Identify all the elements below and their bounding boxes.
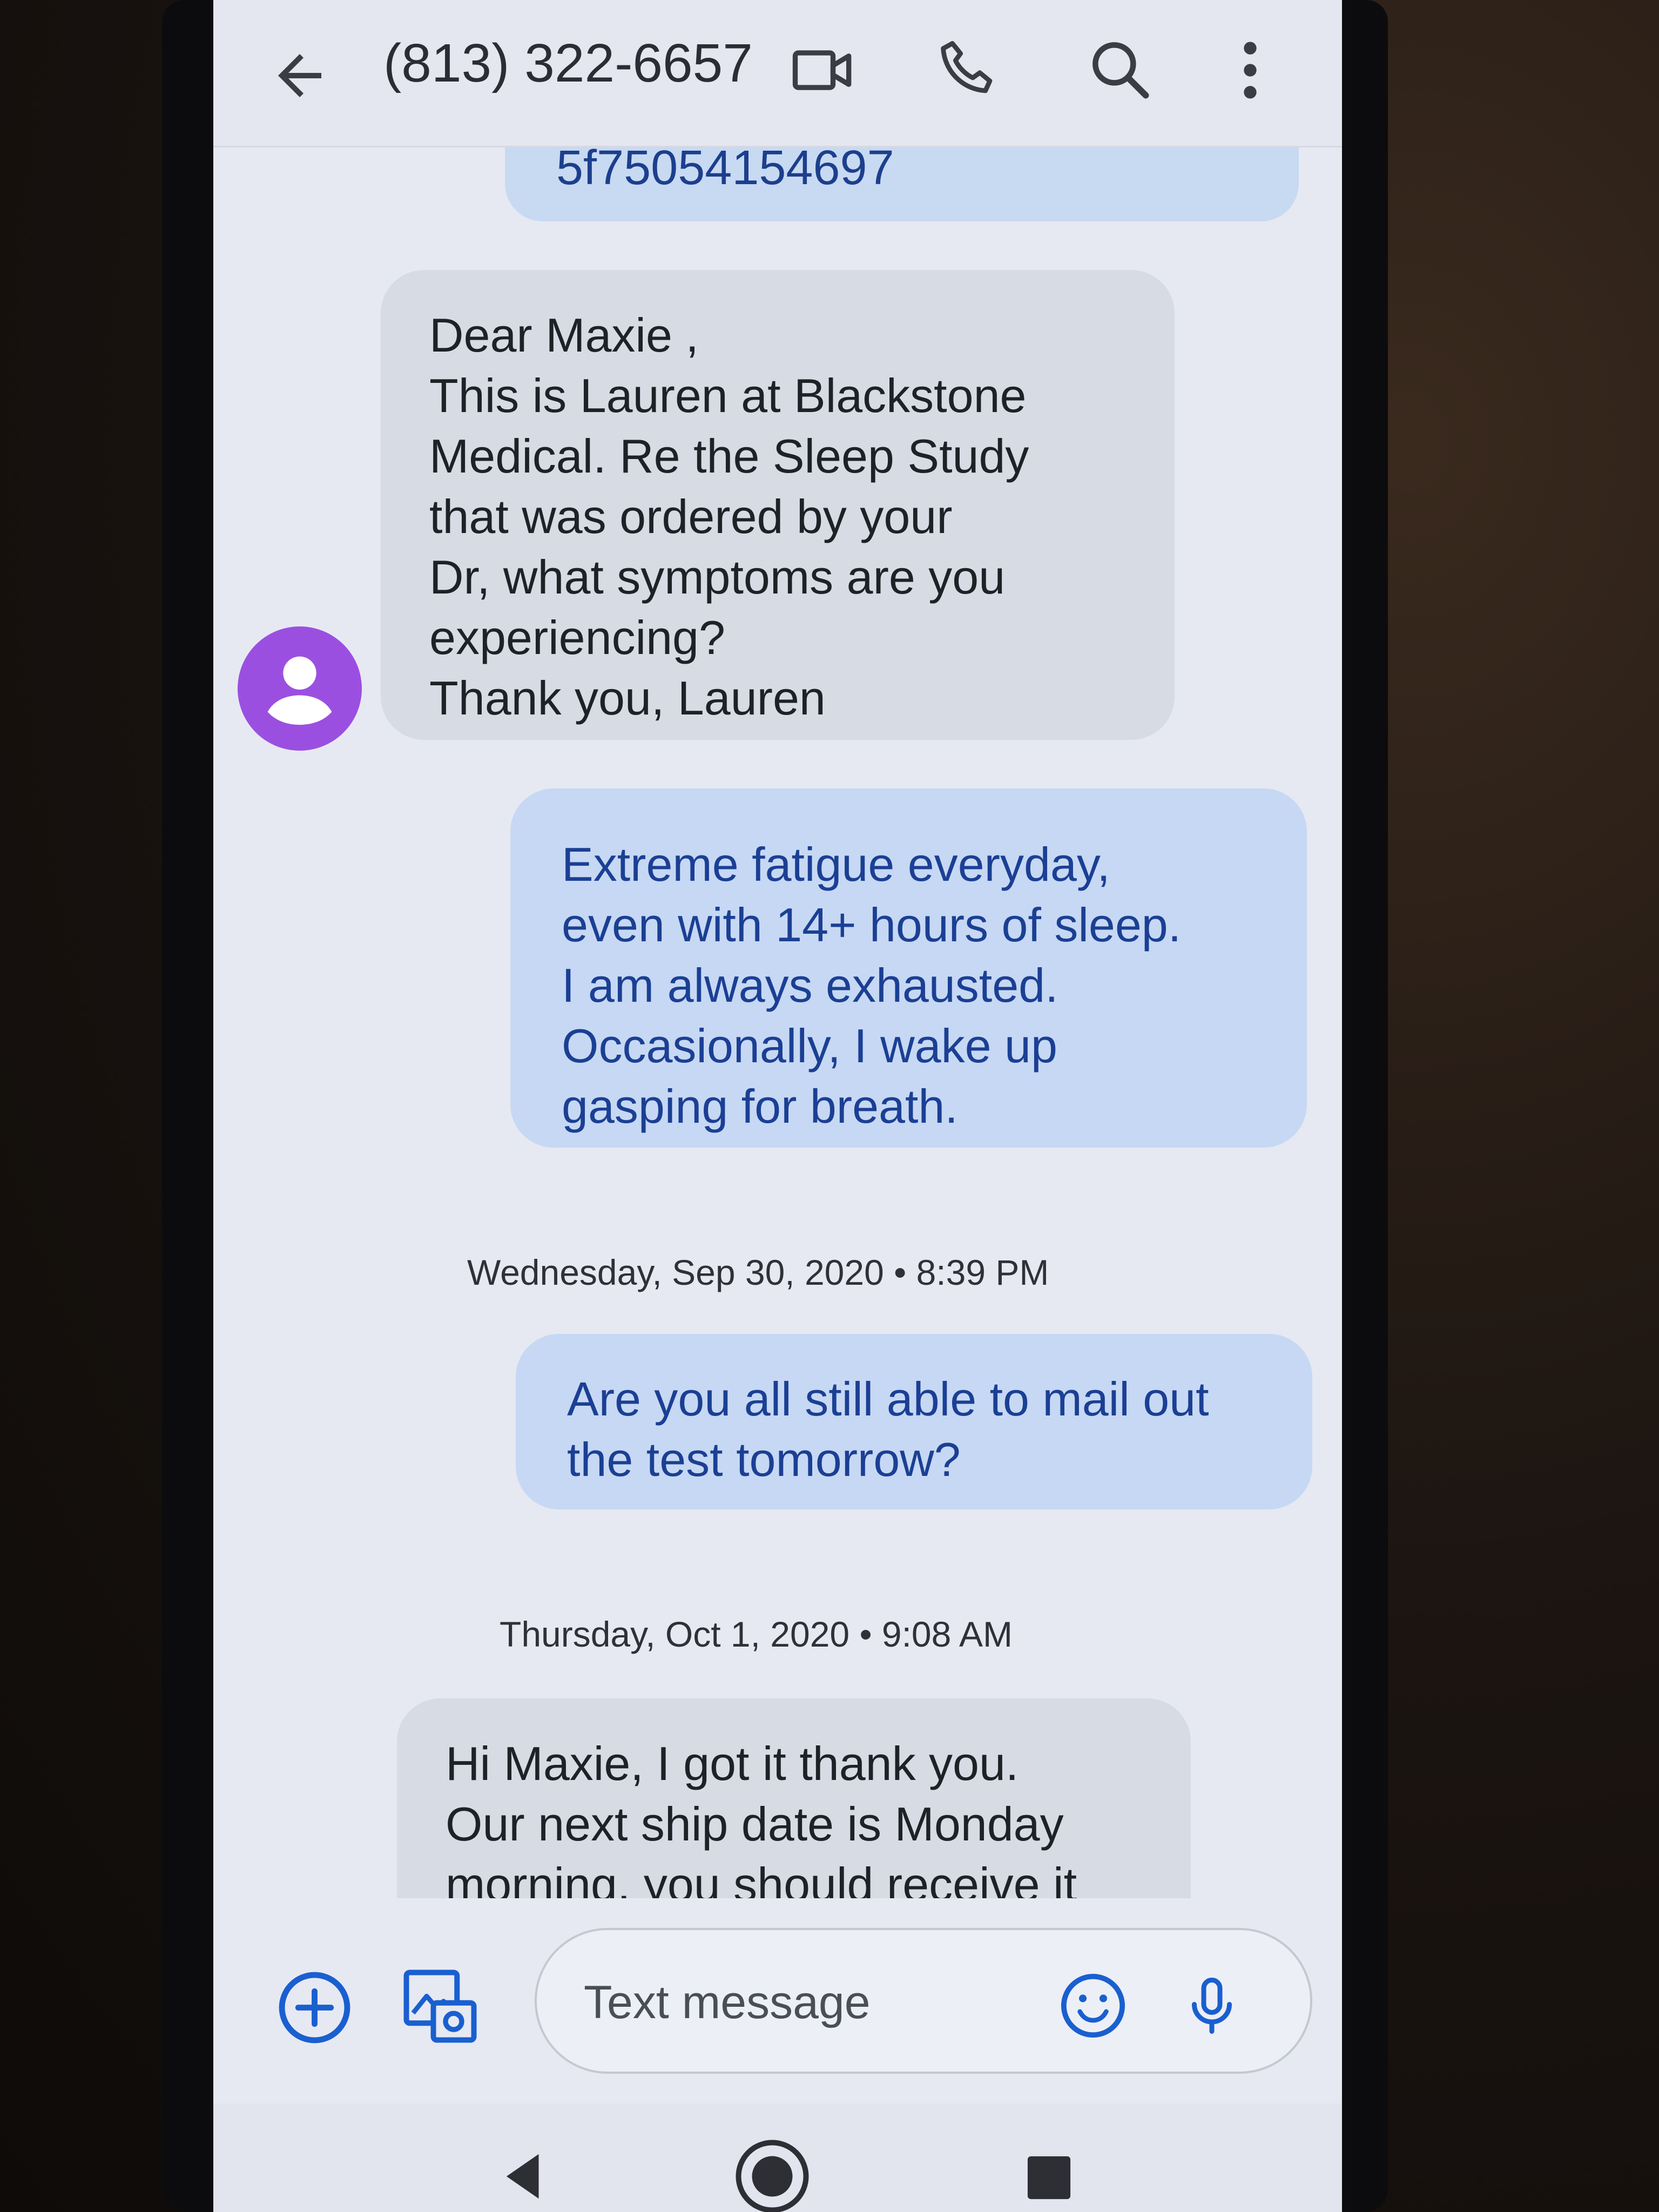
contact-avatar-icon[interactable] bbox=[238, 626, 362, 751]
timestamp-divider: Thursday, Oct 1, 2020 • 9:08 AM bbox=[500, 1614, 1013, 1654]
more-options-icon[interactable] bbox=[1212, 32, 1288, 108]
back-arrow-icon[interactable] bbox=[267, 43, 332, 108]
phone-call-icon[interactable] bbox=[932, 32, 1007, 108]
system-navigation-bar bbox=[213, 2103, 1342, 2212]
message-input[interactable] bbox=[583, 1972, 1017, 2033]
search-icon[interactable] bbox=[1083, 32, 1158, 108]
previous-message-bubble[interactable]: 5f75054154697 bbox=[505, 140, 1299, 221]
incoming-message-bubble[interactable]: Dear Maxie , This is Lauren at Blackston… bbox=[381, 270, 1175, 740]
outgoing-message-bubble[interactable]: Extreme fatigue everyday, even with 14+ … bbox=[510, 788, 1307, 1148]
video-call-icon[interactable] bbox=[786, 32, 861, 108]
add-attachment-icon[interactable] bbox=[275, 1968, 354, 2047]
gallery-icon[interactable] bbox=[400, 1966, 481, 2047]
outgoing-message-bubble[interactable]: Are you all still able to mail out the t… bbox=[516, 1334, 1312, 1509]
contact-title: (813) 322-6657 bbox=[383, 33, 753, 93]
microphone-icon[interactable] bbox=[1179, 1968, 1244, 2044]
emoji-icon[interactable] bbox=[1058, 1971, 1128, 2041]
timestamp-divider: Wednesday, Sep 30, 2020 • 8:39 PM bbox=[467, 1252, 1049, 1292]
messaging-screen: 5f75054154697 (813) 322-6657 Dear Maxie … bbox=[213, 0, 1342, 2212]
composer-bar bbox=[213, 1898, 1342, 2103]
previous-message-text: 5f75054154697 bbox=[556, 141, 894, 195]
nav-home-icon[interactable] bbox=[732, 2136, 813, 2212]
top-app-bar: (813) 322-6657 bbox=[213, 0, 1342, 147]
nav-recent-apps-icon[interactable] bbox=[1023, 2152, 1075, 2203]
message-field[interactable] bbox=[535, 1928, 1312, 2074]
nav-back-icon[interactable] bbox=[494, 2147, 554, 2206]
